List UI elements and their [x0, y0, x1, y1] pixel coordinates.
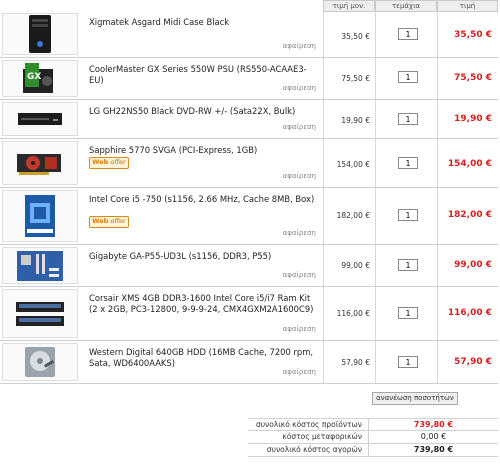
- web-offer-badge: Web offer: [89, 157, 129, 169]
- web-offer-badge: Web offer: [89, 216, 129, 228]
- summary-shipping-label: κόστος μεταφορικών: [282, 432, 362, 441]
- gpu-icon: [2, 141, 78, 185]
- cart-row: Xigmatek Asgard Midi Case Black αφαίρεση…: [0, 11, 498, 58]
- line-total: 99,00 €: [454, 260, 492, 270]
- line-total: 75,50 €: [454, 73, 492, 83]
- product-name[interactable]: Corsair XMS 4GB DDR3-1600 Intel Core i5/…: [89, 293, 315, 315]
- cart-row: Corsair XMS 4GB DDR3-1600 Intel Core i5/…: [0, 287, 498, 341]
- cart-row: Sapphire 5770 SVGA (PCI-Express, 1GB) We…: [0, 139, 498, 188]
- remove-link[interactable]: αφαίρεση: [283, 172, 316, 180]
- line-total: 57,90 €: [454, 357, 492, 367]
- cart-row: Intel Core i5 -750 (s1156, 2.66 MHz, Cac…: [0, 188, 498, 245]
- product-name[interactable]: Gigabyte GA-P55-UD3L (s1156, DDR3, P55): [89, 251, 315, 262]
- remove-link[interactable]: αφαίρεση: [283, 123, 316, 131]
- quantity-input[interactable]: 1: [398, 307, 418, 319]
- summary-products-row: συνολικό κόστος προϊόντων 739,80 €: [248, 418, 498, 431]
- quantity-input[interactable]: 1: [398, 28, 418, 40]
- summary-shipping-value: 0,00 €: [368, 431, 498, 443]
- unit-price: 99,00 €: [341, 261, 370, 270]
- web-offer-word-2: offer: [110, 158, 126, 166]
- svg-text:GX: GX: [27, 72, 41, 82]
- summary-grand-label: συνολικό κόστος αγορών: [266, 445, 362, 454]
- pc-case-icon: [2, 13, 78, 55]
- remove-link[interactable]: αφαίρεση: [283, 271, 316, 279]
- remove-link[interactable]: αφαίρεση: [283, 42, 316, 50]
- unit-price: 75,50 €: [341, 74, 370, 83]
- quantity-input[interactable]: 1: [398, 71, 418, 83]
- line-total: 35,50 €: [454, 30, 492, 40]
- web-offer-word-2: offer: [110, 217, 126, 225]
- cart-row: GX CoolerMaster GX Series 550W PSU (RS55…: [0, 58, 498, 100]
- remove-link[interactable]: αφαίρεση: [283, 368, 316, 376]
- summary-products-label: συνολικό κόστος προϊόντων: [255, 420, 362, 429]
- product-name[interactable]: Xigmatek Asgard Midi Case Black: [89, 17, 315, 28]
- quantity-input[interactable]: 1: [398, 259, 418, 271]
- quantity-input[interactable]: 1: [398, 157, 418, 169]
- update-quantities-button[interactable]: ανανέωση ποσοτήτων: [372, 392, 458, 405]
- unit-price: 182,00 €: [336, 211, 370, 220]
- product-name[interactable]: Sapphire 5770 SVGA (PCI-Express, 1GB): [89, 145, 315, 156]
- line-total: 182,00 €: [447, 210, 492, 220]
- remove-link[interactable]: αφαίρεση: [283, 325, 316, 333]
- cart-row: Western Digital 640GB HDD (16MB Cache, 7…: [0, 341, 498, 384]
- remove-link[interactable]: αφαίρεση: [283, 84, 316, 92]
- product-name[interactable]: Western Digital 640GB HDD (16MB Cache, 7…: [89, 347, 315, 369]
- motherboard-icon: [2, 247, 78, 284]
- unit-price: 57,90 €: [341, 358, 370, 367]
- unit-price: 154,00 €: [336, 160, 370, 169]
- unit-price: 116,00 €: [336, 309, 370, 318]
- remove-link[interactable]: αφαίρεση: [283, 229, 316, 237]
- psu-icon: GX: [2, 60, 78, 97]
- unit-price: 35,50 €: [341, 32, 370, 41]
- dvd-drive-icon: [2, 102, 78, 136]
- product-name[interactable]: LG GH22NS50 Black DVD-RW +/- (Sata22X, B…: [89, 106, 315, 117]
- cart-row: Gigabyte GA-P55-UD3L (s1156, DDR3, P55) …: [0, 245, 498, 287]
- quantity-input[interactable]: 1: [398, 209, 418, 221]
- summary-grand-value: 739,80 €: [368, 444, 498, 456]
- cart-row: LG GH22NS50 Black DVD-RW +/- (Sata22X, B…: [0, 100, 498, 139]
- cpu-box-icon: [2, 190, 78, 242]
- web-offer-word-1: Web: [92, 217, 109, 225]
- hdd-icon: [2, 343, 78, 381]
- quantity-input[interactable]: 1: [398, 113, 418, 125]
- quantity-input[interactable]: 1: [398, 356, 418, 368]
- line-total: 154,00 €: [447, 159, 492, 169]
- unit-price: 19,90 €: [341, 116, 370, 125]
- line-total: 19,90 €: [454, 114, 492, 124]
- ram-icon: [2, 289, 78, 338]
- product-name[interactable]: Intel Core i5 -750 (s1156, 2.66 MHz, Cac…: [89, 194, 315, 205]
- summary-products-value: 739,80 €: [368, 419, 498, 431]
- summary-grand-row: συνολικό κόστος αγορών 739,80 €: [248, 444, 498, 457]
- product-name[interactable]: CoolerMaster GX Series 550W PSU (RS550-A…: [89, 64, 315, 86]
- summary-shipping-row: κόστος μεταφορικών 0,00 €: [248, 431, 498, 444]
- line-total: 116,00 €: [447, 308, 492, 318]
- web-offer-word-1: Web: [92, 158, 109, 166]
